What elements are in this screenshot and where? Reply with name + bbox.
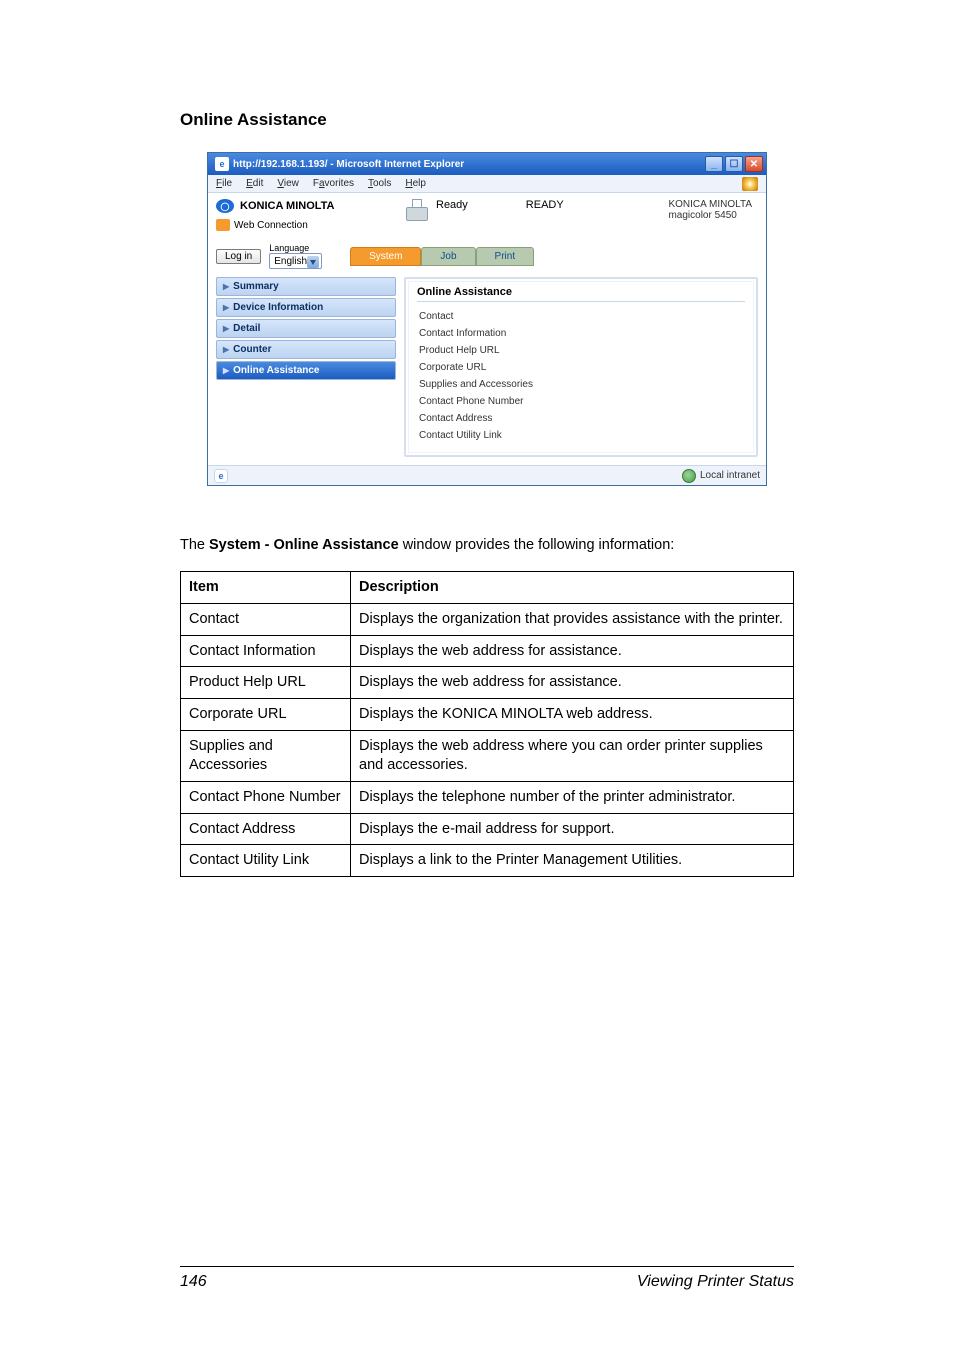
chevron-right-icon: ▶ xyxy=(223,345,229,354)
table-row: Contact Utility LinkDisplays a link to t… xyxy=(181,845,794,877)
table-cell-desc: Displays the organization that provides … xyxy=(351,603,794,635)
konica-minolta-logo: ◯ KONICA MINOLTA xyxy=(216,199,406,213)
intro-text: The System - Online Assistance window pr… xyxy=(180,536,794,555)
sidebar-item-detail[interactable]: ▶Detail xyxy=(216,319,396,338)
menu-help[interactable]: Help xyxy=(405,178,426,189)
table-cell-desc: Displays a link to the Printer Managemen… xyxy=(351,845,794,877)
table-cell-item: Contact xyxy=(181,603,351,635)
language-select[interactable]: English xyxy=(269,253,322,269)
browser-window: e http://192.168.1.193/ - Microsoft Inte… xyxy=(207,152,767,486)
table-row: Contact InformationDisplays the web addr… xyxy=(181,635,794,667)
window-title: http://192.168.1.193/ - Microsoft Intern… xyxy=(233,159,464,170)
sidebar-item-counter[interactable]: ▶Counter xyxy=(216,340,396,359)
footer-text: Viewing Printer Status xyxy=(637,1273,794,1291)
chevron-right-icon: ▶ xyxy=(223,282,229,291)
table-cell-item: Corporate URL xyxy=(181,699,351,731)
sidebar-item-device-information[interactable]: ▶Device Information xyxy=(216,298,396,317)
tab-system[interactable]: System xyxy=(350,247,421,266)
km-logo-text: KONICA MINOLTA xyxy=(240,200,335,212)
menu-edit[interactable]: Edit xyxy=(246,178,263,189)
panel-line-supplies: Supplies and Accessories xyxy=(417,376,745,393)
panel-line-contact-phone: Contact Phone Number xyxy=(417,393,745,410)
section-heading: Online Assistance xyxy=(180,110,794,130)
menu-bar: File Edit View Favorites Tools Help xyxy=(208,175,766,193)
panel-heading: Online Assistance xyxy=(417,286,745,302)
table-row: Corporate URLDisplays the KONICA MINOLTA… xyxy=(181,699,794,731)
maximize-button[interactable]: ☐ xyxy=(725,156,743,172)
chevron-right-icon: ▶ xyxy=(223,366,229,375)
pagescope-text: Web Connection xyxy=(234,220,308,231)
table-header-description: Description xyxy=(351,571,794,603)
table-cell-desc: Displays the web address for assistance. xyxy=(351,635,794,667)
tab-print[interactable]: Print xyxy=(476,247,535,266)
intranet-zone-icon xyxy=(682,469,696,483)
page-number: 146 xyxy=(180,1273,207,1291)
windows-flag-icon xyxy=(742,177,758,191)
menu-tools[interactable]: Tools xyxy=(368,178,391,189)
login-button[interactable]: Log in xyxy=(216,249,261,264)
ie-icon: e xyxy=(215,157,229,171)
panel-line-contact-utility: Contact Utility Link xyxy=(417,427,745,444)
language-label: Language xyxy=(269,243,322,253)
table-cell-item: Contact Utility Link xyxy=(181,845,351,877)
table-cell-desc: Displays the telephone number of the pri… xyxy=(351,781,794,813)
info-table: Item Description ContactDisplays the org… xyxy=(180,571,794,877)
table-row: Product Help URLDisplays the web address… xyxy=(181,667,794,699)
chevron-right-icon: ▶ xyxy=(223,303,229,312)
km-logo-icon: ◯ xyxy=(216,199,234,213)
table-row: ContactDisplays the organization that pr… xyxy=(181,603,794,635)
table-row: Contact Phone NumberDisplays the telepho… xyxy=(181,781,794,813)
sidebar-item-summary[interactable]: ▶Summary xyxy=(216,277,396,296)
close-button[interactable]: ✕ xyxy=(745,156,763,172)
main-panel: Online Assistance Contact Contact Inform… xyxy=(404,277,758,457)
menu-favorites[interactable]: Favorites xyxy=(313,178,354,189)
table-row: Contact AddressDisplays the e-mail addre… xyxy=(181,813,794,845)
table-row: Supplies and AccessoriesDisplays the web… xyxy=(181,731,794,782)
status-ready-label: Ready xyxy=(436,199,468,211)
device-name-line1: KONICA MINOLTA xyxy=(668,199,752,210)
pagescope-icon xyxy=(216,219,230,231)
table-header-item: Item xyxy=(181,571,351,603)
sidebar: ▶Summary ▶Device Information ▶Detail ▶Co… xyxy=(216,277,396,457)
page-footer: 146 Viewing Printer Status xyxy=(180,1266,794,1291)
table-cell-item: Contact Address xyxy=(181,813,351,845)
printer-icon xyxy=(406,199,428,221)
table-cell-desc: Displays the e-mail address for support. xyxy=(351,813,794,845)
table-cell-item: Contact Information xyxy=(181,635,351,667)
panel-line-contact-address: Contact Address xyxy=(417,410,745,427)
table-cell-item: Contact Phone Number xyxy=(181,781,351,813)
panel-line-corporate-url: Corporate URL xyxy=(417,359,745,376)
sidebar-item-online-assistance[interactable]: ▶Online Assistance xyxy=(216,361,396,380)
table-cell-desc: Displays the web address where you can o… xyxy=(351,731,794,782)
menu-view[interactable]: View xyxy=(277,178,299,189)
table-cell-item: Product Help URL xyxy=(181,667,351,699)
minimize-button[interactable]: _ xyxy=(705,156,723,172)
table-cell-item: Supplies and Accessories xyxy=(181,731,351,782)
window-titlebar: e http://192.168.1.193/ - Microsoft Inte… xyxy=(208,153,766,175)
panel-line-product-help-url: Product Help URL xyxy=(417,342,745,359)
ie-status-icon: e xyxy=(214,469,228,483)
table-cell-desc: Displays the KONICA MINOLTA web address. xyxy=(351,699,794,731)
panel-line-contact-info: Contact Information xyxy=(417,325,745,342)
status-zone-text: Local intranet xyxy=(700,470,760,481)
status-ready-caps: READY xyxy=(526,199,564,211)
status-bar: e Local intranet xyxy=(208,465,766,485)
chevron-right-icon: ▶ xyxy=(223,324,229,333)
menu-file[interactable]: File xyxy=(216,178,232,189)
table-cell-desc: Displays the web address for assistance. xyxy=(351,667,794,699)
tab-job[interactable]: Job xyxy=(421,247,475,266)
pagescope-logo: Web Connection xyxy=(216,219,406,231)
device-name-line2: magicolor 5450 xyxy=(668,210,752,221)
panel-line-contact: Contact xyxy=(417,308,745,325)
